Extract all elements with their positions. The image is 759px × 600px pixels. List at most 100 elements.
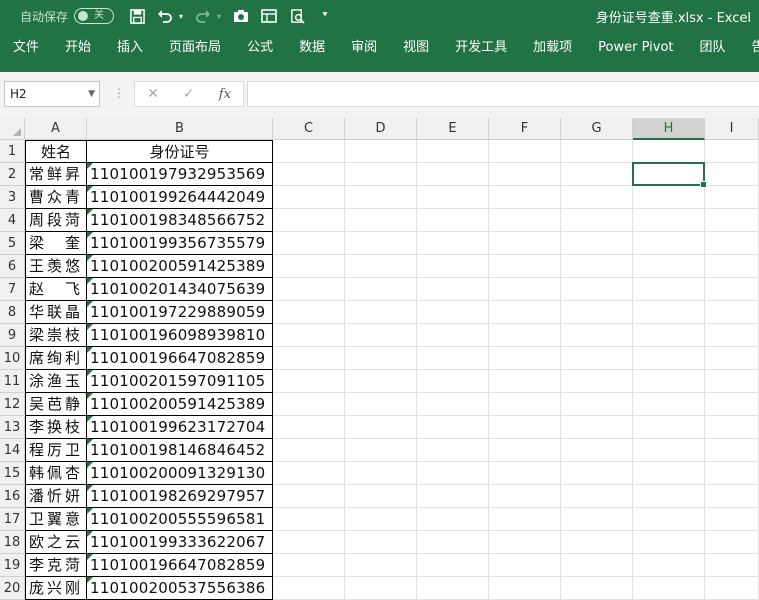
name-cell[interactable]: 涂渔玉 <box>25 370 87 393</box>
name-cell[interactable]: 李换枝 <box>25 416 87 439</box>
name-cell[interactable]: 常鲜昇 <box>25 163 87 186</box>
ribbon-tab[interactable]: 告 <box>739 32 759 72</box>
column-header[interactable]: H <box>633 118 705 140</box>
column-header[interactable]: C <box>273 118 345 140</box>
cancel-icon[interactable]: ✕ <box>147 86 159 102</box>
id-cell[interactable]: 110100196647082859 <box>87 554 273 577</box>
form-icon[interactable] <box>258 5 280 27</box>
fill-handle[interactable] <box>700 181 707 188</box>
save-icon[interactable] <box>126 5 148 27</box>
ribbon-tab[interactable]: 文件 <box>0 32 52 72</box>
row-header[interactable]: 1 <box>0 140 25 163</box>
ribbon-tab[interactable]: 团队 <box>687 32 739 72</box>
ribbon-tab[interactable]: 插入 <box>104 32 156 72</box>
id-cell[interactable]: 110100198348566752 <box>87 209 273 232</box>
row-header[interactable]: 11 <box>0 370 25 393</box>
column-header[interactable]: D <box>345 118 417 140</box>
camera-icon[interactable] <box>230 5 252 27</box>
name-cell[interactable]: 梁 奎 <box>25 232 87 255</box>
undo-dropdown-icon[interactable]: ▾ <box>176 5 186 27</box>
row-header[interactable]: 13 <box>0 416 25 439</box>
formula-input[interactable] <box>247 81 759 107</box>
name-cell[interactable]: 吴芭静 <box>25 393 87 416</box>
name-cell[interactable]: 潘忻妍 <box>25 485 87 508</box>
id-cell[interactable]: 110100199264442049 <box>87 186 273 209</box>
name-cell[interactable]: 曹众青 <box>25 186 87 209</box>
row-header[interactable]: 15 <box>0 462 25 485</box>
id-cell[interactable]: 110100201597091105 <box>87 370 273 393</box>
row-header[interactable]: 6 <box>0 255 25 278</box>
header-cell-id[interactable]: 身份证号 <box>87 140 273 163</box>
insert-function-icon[interactable]: fx <box>219 87 231 102</box>
ribbon-tab[interactable]: 开始 <box>52 32 104 72</box>
row-header[interactable]: 19 <box>0 554 25 577</box>
name-cell[interactable]: 李克菏 <box>25 554 87 577</box>
column-header[interactable]: F <box>489 118 561 140</box>
redo-dropdown-icon[interactable]: ▾ <box>214 5 224 27</box>
name-cell[interactable]: 卫翼意 <box>25 508 87 531</box>
name-cell[interactable]: 席绚利 <box>25 347 87 370</box>
id-cell[interactable]: 110100200555596581 <box>87 508 273 531</box>
ribbon-tab[interactable]: 数据 <box>286 32 338 72</box>
ribbon-tab[interactable]: 开发工具 <box>442 32 520 72</box>
row-header[interactable]: 3 <box>0 186 25 209</box>
id-cell[interactable]: 110100197229889059 <box>87 301 273 324</box>
name-cell[interactable]: 周段菏 <box>25 209 87 232</box>
row-header[interactable]: 7 <box>0 278 25 301</box>
id-cell[interactable]: 110100196098939810 <box>87 324 273 347</box>
name-cell[interactable]: 赵 飞 <box>25 278 87 301</box>
print-preview-icon[interactable] <box>286 5 308 27</box>
row-header[interactable]: 5 <box>0 232 25 255</box>
row-header[interactable]: 12 <box>0 393 25 416</box>
header-cell-name[interactable]: 姓名 <box>25 140 87 163</box>
row-header[interactable]: 8 <box>0 301 25 324</box>
id-cell[interactable]: 110100198146846452 <box>87 439 273 462</box>
name-cell[interactable]: 韩佩杏 <box>25 462 87 485</box>
row-header[interactable]: 2 <box>0 163 25 186</box>
row-header[interactable]: 17 <box>0 508 25 531</box>
id-cell[interactable]: 110100199623172704 <box>87 416 273 439</box>
column-header[interactable]: A <box>25 118 87 140</box>
id-cell[interactable]: 110100198269297957 <box>87 485 273 508</box>
column-header[interactable]: E <box>417 118 489 140</box>
column-header[interactable]: I <box>705 118 759 140</box>
column-header[interactable]: G <box>561 118 633 140</box>
ribbon-tab[interactable]: 加载项 <box>520 32 585 72</box>
id-cell[interactable]: 110100199356735579 <box>87 232 273 255</box>
ribbon-tab[interactable]: 审阅 <box>338 32 390 72</box>
name-box-dropdown-icon[interactable]: ▼ <box>88 82 95 106</box>
customize-qat-icon[interactable]: ⯆ <box>314 5 336 27</box>
name-cell[interactable]: 庞兴刚 <box>25 577 87 600</box>
undo-icon[interactable] <box>154 5 176 27</box>
name-cell[interactable]: 欧之云 <box>25 531 87 554</box>
select-all-corner[interactable] <box>0 118 25 140</box>
row-header[interactable]: 18 <box>0 531 25 554</box>
row-header[interactable]: 16 <box>0 485 25 508</box>
ribbon-tab[interactable]: 公式 <box>234 32 286 72</box>
autosave-toggle[interactable]: 关 <box>74 8 115 24</box>
id-cell[interactable]: 110100200537556386 <box>87 577 273 600</box>
row-header[interactable]: 4 <box>0 209 25 232</box>
row-header[interactable]: 20 <box>0 577 25 600</box>
id-cell[interactable]: 110100201434075639 <box>87 278 273 301</box>
name-cell[interactable]: 程厉卫 <box>25 439 87 462</box>
name-cell[interactable]: 王羡悠 <box>25 255 87 278</box>
id-cell[interactable]: 110100197932953569 <box>87 163 273 186</box>
name-cell[interactable]: 华联晶 <box>25 301 87 324</box>
enter-icon[interactable]: ✓ <box>183 86 195 102</box>
id-cell[interactable]: 110100199333622067 <box>87 531 273 554</box>
ribbon-tab[interactable]: 页面布局 <box>156 32 234 72</box>
redo-icon[interactable] <box>192 5 214 27</box>
name-cell[interactable]: 梁崇枝 <box>25 324 87 347</box>
id-cell[interactable]: 110100196647082859 <box>87 347 273 370</box>
row-header[interactable]: 9 <box>0 324 25 347</box>
id-cell[interactable]: 110100200591425389 <box>87 393 273 416</box>
row-header[interactable]: 10 <box>0 347 25 370</box>
id-cell[interactable]: 110100200091329130 <box>87 462 273 485</box>
ribbon-tab[interactable]: Power Pivot <box>585 32 686 72</box>
ribbon-tab[interactable]: 视图 <box>390 32 442 72</box>
active-cell[interactable] <box>632 162 707 188</box>
id-cell[interactable]: 110100200591425389 <box>87 255 273 278</box>
column-header[interactable]: B <box>87 118 273 140</box>
name-box[interactable]: H2 ▼ <box>4 81 100 107</box>
